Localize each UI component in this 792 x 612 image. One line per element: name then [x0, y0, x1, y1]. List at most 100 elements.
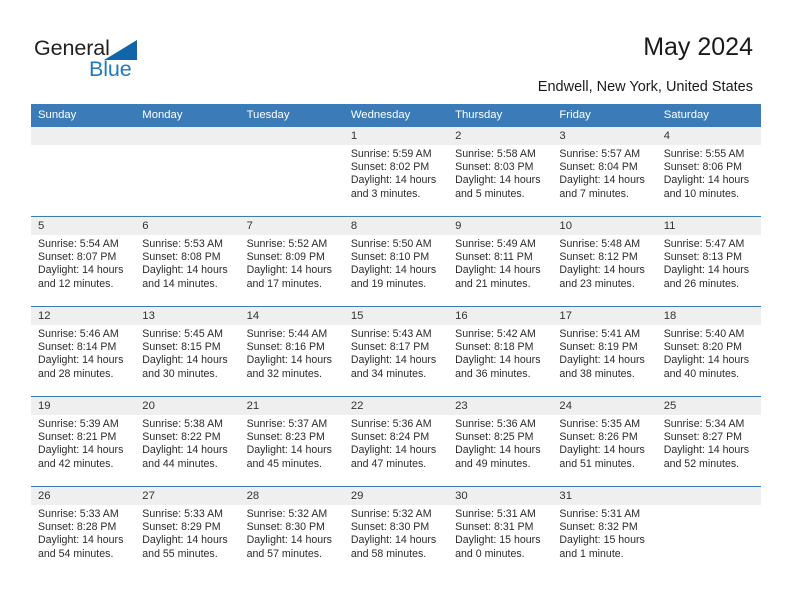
calendar-day-cell[interactable]: 16 Sunrise: 5:42 AM Sunset: 8:18 PM Dayligh…	[448, 306, 553, 397]
calendar-day-cell[interactable]: 30 Sunrise: 5:31 AM Sunset: 8:31 PM Dayligh…	[448, 486, 553, 577]
day-sun-info: Sunrise: 5:58 AM Sunset: 8:03 PM Daylight:…	[448, 145, 552, 201]
day-sun-info: Sunrise: 5:38 AM Sunset: 8:22 PM Daylight:…	[135, 415, 239, 471]
calendar-day-cell-empty	[239, 126, 344, 217]
sunrise-text: Sunrise: 5:32 AM	[246, 508, 328, 520]
daylight-text: Daylight: 14 hours and 10 minutes.	[663, 174, 750, 200]
sunset-text: Sunset: 8:29 PM	[142, 521, 221, 534]
calendar-week-row: 1 Sunrise: 5:59 AM Sunset: 8:02 PM Daylight…	[31, 126, 761, 217]
day-sun-info: Sunrise: 5:45 AM Sunset: 8:15 PM Daylight:…	[135, 325, 239, 381]
calendar-day-cell[interactable]: 12 Sunrise: 5:46 AM Sunset: 8:14 PM Dayligh…	[31, 306, 136, 397]
sunset-text: Sunset: 8:20 PM	[663, 341, 743, 354]
calendar-day-cell[interactable]: 3 Sunrise: 5:57 AM Sunset: 8:04 PM Daylight…	[552, 126, 657, 217]
daylight-text: Daylight: 14 hours and 7 minutes.	[559, 174, 645, 200]
general-blue-logo[interactable]: General Blue	[34, 36, 214, 86]
day-number: 8	[343, 217, 449, 235]
calendar-day-cell[interactable]: 5 Sunrise: 5:54 AM Sunset: 8:07 PM Daylight…	[31, 216, 136, 307]
calendar-day-cell[interactable]: 23 Sunrise: 5:36 AM Sunset: 8:25 PM Dayligh…	[448, 396, 553, 487]
weekday-header-wednesday: Wednesday	[343, 104, 449, 127]
calendar-day-cell[interactable]: 26 Sunrise: 5:33 AM Sunset: 8:28 PM Dayligh…	[31, 486, 136, 577]
calendar-day-cell[interactable]: 10 Sunrise: 5:48 AM Sunset: 8:12 PM Dayligh…	[552, 216, 657, 307]
day-number: 20	[135, 397, 240, 415]
daylight-text: Daylight: 14 hours and 23 minutes.	[559, 264, 645, 290]
calendar-day-cell[interactable]: 13 Sunrise: 5:45 AM Sunset: 8:15 PM Dayligh…	[135, 306, 240, 397]
calendar-header-row: Sunday Monday Tuesday Wednesday Thursday…	[31, 104, 761, 127]
day-number: 10	[552, 217, 657, 235]
day-sun-info: Sunrise: 5:47 AM Sunset: 8:13 PM Daylight:…	[657, 235, 761, 291]
weekday-header-sunday: Sunday	[31, 104, 136, 127]
daylight-text: Daylight: 14 hours and 19 minutes.	[350, 264, 437, 290]
day-number: 4	[656, 127, 761, 145]
calendar-day-cell[interactable]: 11 Sunrise: 5:47 AM Sunset: 8:13 PM Dayligh…	[656, 216, 761, 307]
day-sun-info: Sunrise: 5:52 AM Sunset: 8:09 PM Daylight:…	[240, 235, 344, 291]
weekday-header-tuesday: Tuesday	[239, 104, 344, 127]
day-sun-info: Sunrise: 5:31 AM Sunset: 8:32 PM Daylight:…	[552, 505, 656, 561]
day-number: 1	[343, 127, 449, 145]
day-sun-info: Sunrise: 5:40 AM Sunset: 8:20 PM Daylight:…	[657, 325, 761, 381]
calendar-day-cell[interactable]: 4 Sunrise: 5:55 AM Sunset: 8:06 PM Daylight…	[656, 126, 761, 217]
sunset-text: Sunset: 8:24 PM	[350, 431, 430, 444]
calendar-day-cell[interactable]: 25 Sunrise: 5:34 AM Sunset: 8:27 PM Dayligh…	[656, 396, 761, 487]
calendar-day-cell[interactable]: 9 Sunrise: 5:49 AM Sunset: 8:11 PM Daylight…	[448, 216, 553, 307]
sunrise-text: Sunrise: 5:33 AM	[142, 508, 223, 520]
day-number: 15	[343, 307, 449, 325]
sunrise-text: Sunrise: 5:31 AM	[455, 508, 536, 520]
calendar-day-cell[interactable]: 28 Sunrise: 5:32 AM Sunset: 8:30 PM Dayligh…	[239, 486, 344, 577]
calendar-day-cell[interactable]: 8 Sunrise: 5:50 AM Sunset: 8:10 PM Daylight…	[343, 216, 449, 307]
sunset-text: Sunset: 8:11 PM	[455, 251, 533, 264]
day-number: 30	[448, 487, 553, 505]
sunrise-text: Sunrise: 5:39 AM	[38, 418, 119, 430]
daylight-text: Daylight: 14 hours and 42 minutes.	[38, 444, 124, 470]
day-number: 9	[448, 217, 553, 235]
daylight-text: Daylight: 15 hours and 1 minute.	[559, 534, 645, 560]
daylight-text: Daylight: 14 hours and 30 minutes.	[142, 354, 228, 380]
sunrise-text: Sunrise: 5:44 AM	[246, 328, 328, 340]
sunset-text: Sunset: 8:12 PM	[559, 251, 638, 264]
day-number: 6	[135, 217, 240, 235]
calendar-day-cell[interactable]: 15 Sunrise: 5:43 AM Sunset: 8:17 PM Dayligh…	[343, 306, 449, 397]
calendar-day-cell[interactable]: 7 Sunrise: 5:52 AM Sunset: 8:09 PM Daylight…	[239, 216, 344, 307]
day-number: 11	[656, 217, 761, 235]
sunset-text: Sunset: 8:04 PM	[559, 161, 638, 174]
sunrise-text: Sunrise: 5:36 AM	[455, 418, 536, 430]
sunrise-text: Sunrise: 5:41 AM	[559, 328, 641, 340]
day-sun-info: Sunrise: 5:48 AM Sunset: 8:12 PM Daylight:…	[552, 235, 656, 291]
day-number: 2	[448, 127, 553, 145]
calendar-week-row: 12 Sunrise: 5:46 AM Sunset: 8:14 PM Dayligh…	[31, 306, 761, 397]
day-sun-info: Sunrise: 5:43 AM Sunset: 8:17 PM Daylight:…	[344, 325, 448, 381]
calendar-day-cell[interactable]: 24 Sunrise: 5:35 AM Sunset: 8:26 PM Dayligh…	[552, 396, 657, 487]
daylight-text: Daylight: 14 hours and 54 minutes.	[38, 534, 124, 560]
calendar-day-cell[interactable]: 31 Sunrise: 5:31 AM Sunset: 8:32 PM Dayligh…	[552, 486, 657, 577]
calendar-day-cell[interactable]: 20 Sunrise: 5:38 AM Sunset: 8:22 PM Dayligh…	[135, 396, 240, 487]
calendar-week-row: 26 Sunrise: 5:33 AM Sunset: 8:28 PM Dayligh…	[31, 486, 761, 577]
sunset-text: Sunset: 8:32 PM	[559, 521, 638, 534]
sunrise-text: Sunrise: 5:53 AM	[142, 238, 223, 250]
daylight-text: Daylight: 14 hours and 21 minutes.	[455, 264, 541, 290]
calendar-day-cell[interactable]: 2 Sunrise: 5:58 AM Sunset: 8:03 PM Daylight…	[448, 126, 553, 217]
calendar-day-cell[interactable]: 17 Sunrise: 5:41 AM Sunset: 8:19 PM Dayligh…	[552, 306, 657, 397]
sunset-text: Sunset: 8:28 PM	[38, 521, 117, 534]
sunset-text: Sunset: 8:06 PM	[663, 161, 743, 174]
calendar-day-cell[interactable]: 14 Sunrise: 5:44 AM Sunset: 8:16 PM Dayligh…	[239, 306, 344, 397]
calendar-day-cell[interactable]: 1 Sunrise: 5:59 AM Sunset: 8:02 PM Daylight…	[343, 126, 449, 217]
weekday-header-saturday: Saturday	[656, 104, 761, 127]
daylight-text: Daylight: 14 hours and 47 minutes.	[350, 444, 437, 470]
sunrise-text: Sunrise: 5:35 AM	[559, 418, 641, 430]
calendar-day-cell[interactable]: 19 Sunrise: 5:39 AM Sunset: 8:21 PM Dayligh…	[31, 396, 136, 487]
calendar-day-cell[interactable]: 6 Sunrise: 5:53 AM Sunset: 8:08 PM Daylight…	[135, 216, 240, 307]
sunset-text: Sunset: 8:21 PM	[38, 431, 117, 444]
calendar-day-cell[interactable]: 27 Sunrise: 5:33 AM Sunset: 8:29 PM Dayligh…	[135, 486, 240, 577]
sunrise-text: Sunrise: 5:59 AM	[350, 148, 432, 160]
day-number: 13	[135, 307, 240, 325]
weekday-header-thursday: Thursday	[448, 104, 553, 127]
day-sun-info: Sunrise: 5:49 AM Sunset: 8:11 PM Daylight:…	[448, 235, 552, 291]
calendar-day-cell[interactable]: 21 Sunrise: 5:37 AM Sunset: 8:23 PM Dayligh…	[239, 396, 344, 487]
calendar-day-cell[interactable]: 29 Sunrise: 5:32 AM Sunset: 8:30 PM Dayligh…	[343, 486, 449, 577]
day-sun-info: Sunrise: 5:41 AM Sunset: 8:19 PM Daylight:…	[552, 325, 656, 381]
sunset-text: Sunset: 8:16 PM	[246, 341, 325, 354]
calendar-day-cell[interactable]: 22 Sunrise: 5:36 AM Sunset: 8:24 PM Dayligh…	[343, 396, 449, 487]
sunset-text: Sunset: 8:27 PM	[663, 431, 743, 444]
sunset-text: Sunset: 8:19 PM	[559, 341, 638, 354]
calendar-day-cell[interactable]: 18 Sunrise: 5:40 AM Sunset: 8:20 PM Dayligh…	[656, 306, 761, 397]
sunrise-text: Sunrise: 5:31 AM	[559, 508, 641, 520]
daylight-text: Daylight: 14 hours and 5 minutes.	[455, 174, 541, 200]
